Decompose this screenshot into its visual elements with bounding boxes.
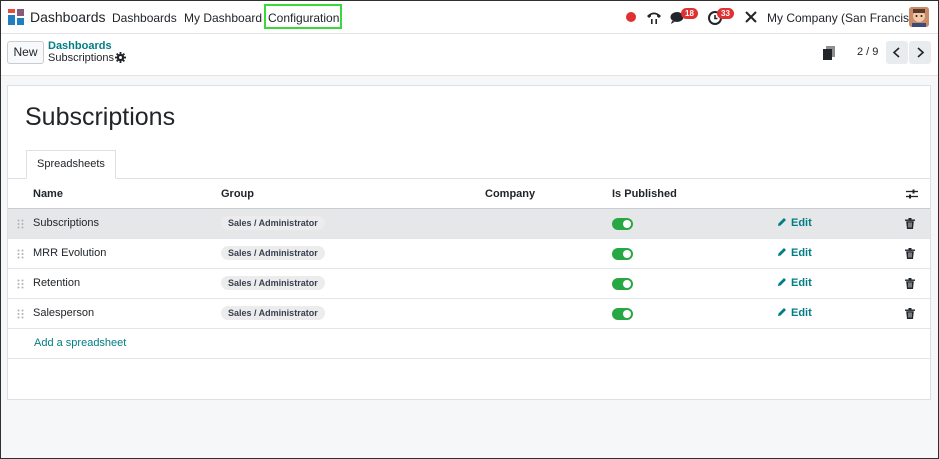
company-switcher[interactable]: My Company (San Francisco) <box>767 11 926 25</box>
apps-menu-icon[interactable] <box>8 9 24 25</box>
edit-button[interactable]: Edit <box>777 247 812 259</box>
chevron-right-icon <box>917 47 925 58</box>
column-is-published[interactable]: Is Published <box>612 188 677 200</box>
menu-my-dashboard[interactable]: My Dashboard <box>184 11 262 25</box>
drag-handle-icon[interactable] <box>17 309 24 319</box>
debug-tools-icon[interactable] <box>743 9 759 25</box>
user-avatar[interactable] <box>909 7 929 27</box>
pencil-icon <box>778 308 786 316</box>
edit-button[interactable]: Edit <box>777 277 812 289</box>
menu-dashboards[interactable]: Dashboards <box>112 11 177 25</box>
control-panel: New Dashboards Subscriptions 2 / 9 <box>0 34 939 76</box>
drag-handle-icon[interactable] <box>17 219 24 229</box>
group-tag: Sales / Administrator <box>221 246 325 260</box>
gear-icon[interactable] <box>115 52 126 63</box>
published-toggle[interactable] <box>612 248 633 260</box>
form-sheet: Subscriptions Spreadsheets Name Group Co… <box>7 85 931 400</box>
cell-name[interactable]: MRR Evolution <box>33 247 106 259</box>
messages-badge: 18 <box>681 8 698 19</box>
cell-name[interactable]: Retention <box>33 277 80 289</box>
column-name[interactable]: Name <box>33 188 63 200</box>
table-header: Name Group Company Is Published <box>8 179 930 209</box>
edit-button[interactable]: Edit <box>777 307 812 319</box>
new-button[interactable]: New <box>7 41 44 64</box>
breadcrumb-current: Subscriptions <box>48 52 115 64</box>
activities-badge: 33 <box>717 8 734 19</box>
table-row[interactable]: Retention Sales / Administrator Edit <box>8 269 930 299</box>
published-toggle[interactable] <box>612 218 633 230</box>
trash-icon[interactable] <box>905 248 915 259</box>
menu-configuration-label: Configuration <box>268 11 340 25</box>
drag-handle-icon[interactable] <box>17 279 24 289</box>
record-title[interactable]: Subscriptions <box>25 103 175 132</box>
chevron-left-icon <box>892 47 900 58</box>
trash-icon[interactable] <box>905 308 915 319</box>
cell-name[interactable]: Subscriptions <box>33 217 99 229</box>
group-tag: Sales / Administrator <box>221 276 325 290</box>
published-toggle[interactable] <box>612 308 633 320</box>
top-navbar: Dashboards Dashboards My Dashboard Confi… <box>0 0 939 34</box>
column-group[interactable]: Group <box>221 188 254 200</box>
trash-icon[interactable] <box>905 218 915 229</box>
pager-value[interactable]: 2 / 9 <box>857 46 878 58</box>
edit-label: Edit <box>791 217 812 229</box>
tab-spreadsheets[interactable]: Spreadsheets <box>26 150 116 179</box>
published-toggle[interactable] <box>612 278 633 290</box>
table-bottom-divider <box>8 358 930 359</box>
drag-handle-icon[interactable] <box>17 249 24 259</box>
trash-icon[interactable] <box>905 278 915 289</box>
pencil-icon <box>778 248 786 256</box>
pager-previous-button[interactable] <box>886 41 908 64</box>
edit-label: Edit <box>791 277 812 289</box>
table-row[interactable]: Subscriptions Sales / Administrator Edit <box>8 209 930 239</box>
table-row[interactable]: MRR Evolution Sales / Administrator Edit <box>8 239 930 269</box>
pencil-icon <box>778 278 786 286</box>
menu-configuration[interactable]: Configuration <box>264 4 342 29</box>
add-spreadsheet-link[interactable]: Add a spreadsheet <box>34 337 126 349</box>
group-tag: Sales / Administrator <box>221 216 325 230</box>
app-name[interactable]: Dashboards <box>30 9 106 25</box>
table-row[interactable]: Salesperson Sales / Administrator Edit <box>8 299 930 329</box>
breadcrumb-parent[interactable]: Dashboards <box>48 40 112 52</box>
phone-icon[interactable] <box>646 9 662 25</box>
column-settings-icon[interactable] <box>906 188 918 200</box>
edit-button[interactable]: Edit <box>777 217 812 229</box>
edit-label: Edit <box>791 307 812 319</box>
pencil-icon <box>778 218 786 226</box>
pager-next-button[interactable] <box>909 41 931 64</box>
recording-indicator-icon[interactable] <box>626 12 636 22</box>
copy-icon[interactable] <box>823 46 835 60</box>
edit-label: Edit <box>791 247 812 259</box>
group-tag: Sales / Administrator <box>221 306 325 320</box>
column-company[interactable]: Company <box>485 188 535 200</box>
cell-name[interactable]: Salesperson <box>33 307 94 319</box>
